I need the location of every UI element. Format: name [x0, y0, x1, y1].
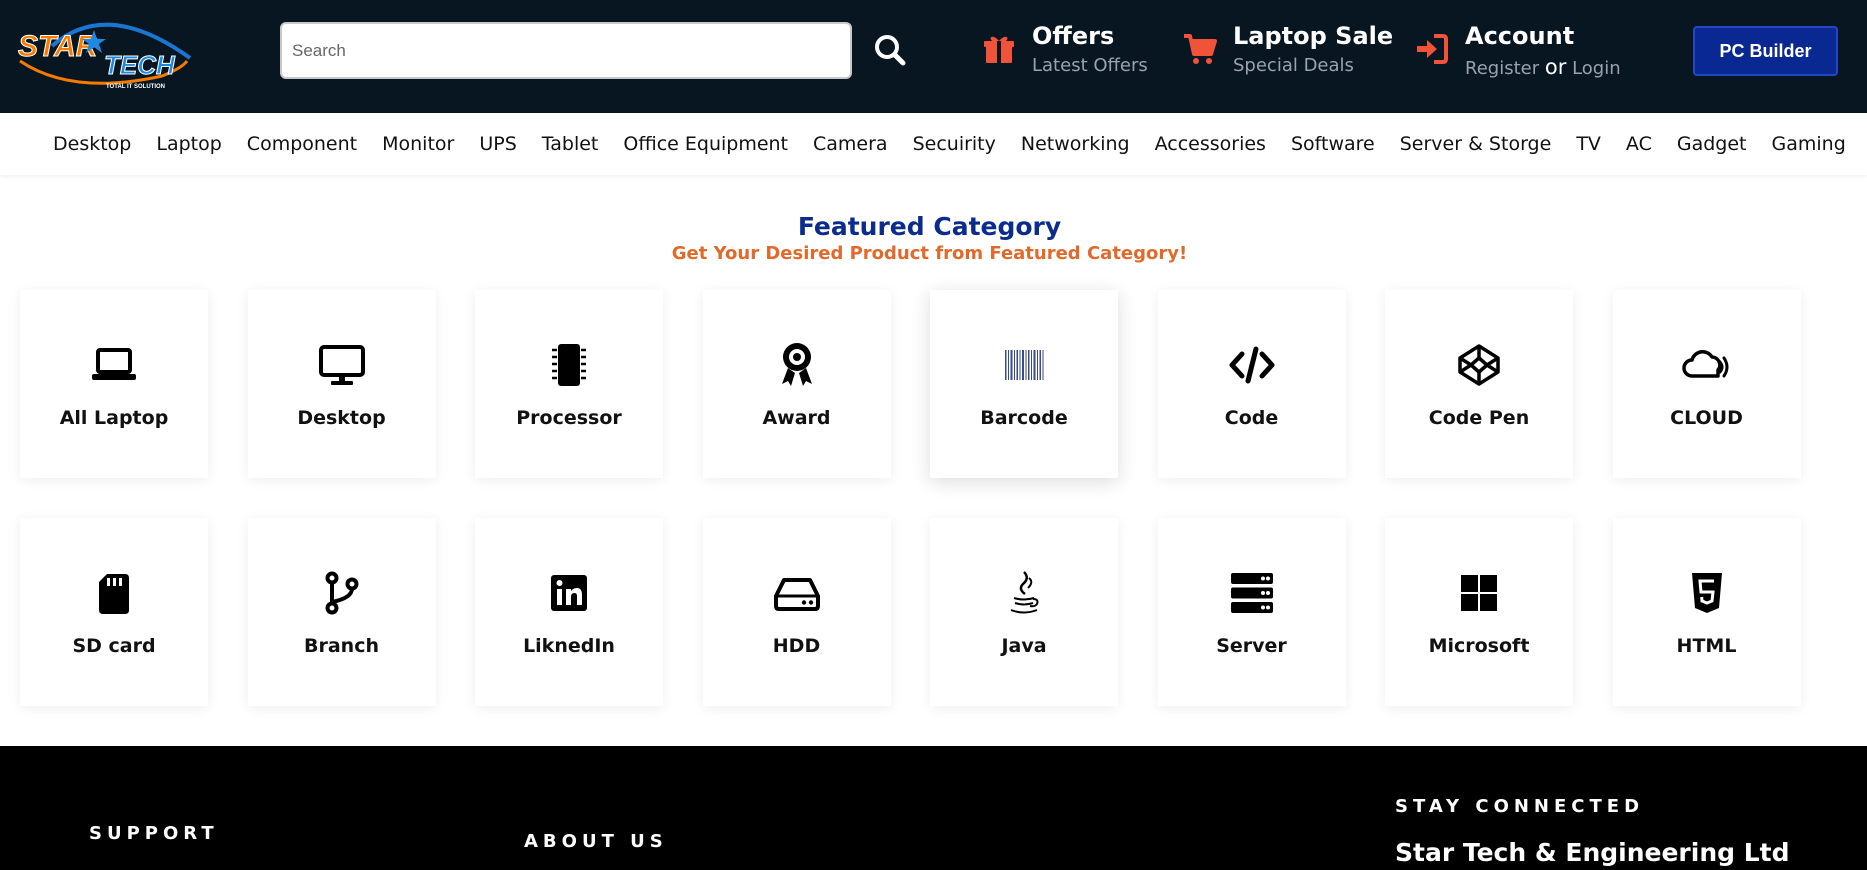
category-card-microsoft[interactable]: Microsoft [1385, 518, 1573, 706]
category-label: Branch [304, 635, 379, 657]
category-label: Server [1216, 635, 1287, 657]
login-link[interactable]: Login [1572, 58, 1621, 79]
login-icon [1417, 34, 1448, 64]
search-box [280, 22, 852, 79]
category-card-branch[interactable]: Branch [247, 518, 436, 706]
account-title: Account [1465, 22, 1575, 50]
featured-category-subtitle: Get Your Desired Product from Featured C… [671, 243, 1188, 264]
nav-item-software[interactable]: Software [1291, 133, 1375, 155]
nav-item-networking[interactable]: Networking [1021, 133, 1130, 155]
logo-line-2: TECH [104, 50, 176, 80]
category-label: CLOUD [1670, 407, 1743, 429]
footer-support-heading: SUPPORT [89, 823, 219, 844]
html5-icon [1691, 573, 1722, 613]
category-label: Microsoft [1428, 635, 1530, 657]
footer-stay-connected-heading: STAY CONNECTED [1395, 796, 1645, 817]
category-label: Award [762, 407, 831, 429]
category-card-cloud[interactable]: CLOUD [1612, 290, 1801, 478]
featured-category-grid: All Laptop Desktop Processor Award Barco… [20, 290, 1801, 706]
barcode-icon [1005, 350, 1044, 380]
or-separator: or [1544, 55, 1567, 79]
footer-about-heading: ABOUT US [524, 831, 668, 852]
category-card-server[interactable]: Server [1157, 518, 1346, 706]
category-card-award[interactable]: Award [702, 290, 891, 478]
category-label: LiknedIn [523, 635, 615, 657]
server-icon [1230, 573, 1273, 613]
microsoft-icon [1461, 575, 1497, 611]
nav-item-ac[interactable]: AC [1626, 133, 1652, 155]
category-card-java[interactable]: Java [930, 518, 1118, 706]
java-icon [1010, 571, 1039, 614]
search-icon[interactable] [870, 30, 910, 70]
category-label: HTML [1676, 635, 1737, 657]
logo-tagline: TOTAL IT SOLUTION [106, 84, 165, 90]
nav-item-desktop[interactable]: Desktop [53, 133, 131, 155]
nav-item-camera[interactable]: Camera [813, 133, 888, 155]
processor-icon [552, 344, 586, 386]
category-card-barcode[interactable]: Barcode [930, 290, 1118, 478]
nav-item-tv[interactable]: TV [1576, 133, 1601, 155]
nav-item-gadget[interactable]: Gadget [1677, 133, 1747, 155]
category-label: Java [1001, 635, 1047, 657]
nav-item-server-storage[interactable]: Server & Storge [1400, 133, 1552, 155]
category-nav: Desktop Laptop Component Monitor UPS Tab… [0, 113, 1867, 175]
offers-subtitle: Latest Offers [1032, 55, 1148, 76]
account-menu[interactable]: Account Register or Login [1415, 22, 1635, 82]
gift-icon [984, 36, 1014, 63]
offers-link[interactable]: Offers Latest Offers [982, 22, 1162, 82]
footer-company-name: Star Tech & Engineering Ltd [1395, 838, 1790, 867]
laptop-sale-title: Laptop Sale [1233, 22, 1394, 50]
cloud-icon [1681, 350, 1728, 378]
category-label: Desktop [297, 407, 386, 429]
category-card-code-pen[interactable]: Code Pen [1385, 290, 1573, 478]
offers-title: Offers [1032, 22, 1115, 50]
nav-item-monitor[interactable]: Monitor [382, 133, 454, 155]
category-label: HDD [772, 635, 821, 657]
star-tech-logo[interactable]: STAR TECH TOTAL IT SOLUTION [12, 6, 207, 94]
hdd-icon [773, 578, 820, 611]
site-header: STAR TECH TOTAL IT SOLUTION Offers Lates… [0, 0, 1867, 113]
codepen-icon [1458, 344, 1500, 386]
category-card-linkedin[interactable]: LiknedIn [475, 518, 663, 706]
search-input[interactable] [282, 24, 850, 77]
nav-item-security[interactable]: Secuirity [913, 133, 996, 155]
nav-item-gaming[interactable]: Gaming [1772, 133, 1846, 155]
category-card-sd-card[interactable]: SD card [20, 518, 208, 706]
desktop-icon [318, 345, 365, 385]
category-label: SD card [72, 635, 156, 657]
nav-item-accessories[interactable]: Accessories [1155, 133, 1266, 155]
code-icon [1229, 346, 1274, 384]
nav-item-laptop[interactable]: Laptop [156, 133, 221, 155]
register-link[interactable]: Register [1465, 58, 1539, 79]
site-footer: SUPPORT ABOUT US STAY CONNECTED Star Tec… [0, 746, 1867, 870]
category-label: Code [1224, 407, 1279, 429]
category-label: Code Pen [1428, 407, 1530, 429]
linkedin-icon [551, 575, 587, 611]
category-label: Barcode [980, 407, 1068, 429]
award-icon [781, 343, 812, 386]
laptop-icon [92, 348, 136, 380]
nav-item-tablet[interactable]: Tablet [542, 133, 599, 155]
category-card-html[interactable]: HTML [1612, 518, 1801, 706]
sd-card-icon [99, 574, 129, 614]
category-label: Processor [516, 407, 622, 429]
branch-icon [325, 571, 358, 615]
laptop-sale-subtitle: Special Deals [1233, 55, 1354, 76]
account-subtitle: Register or Login [1465, 55, 1621, 79]
category-card-desktop[interactable]: Desktop [247, 290, 436, 478]
pc-builder-button[interactable]: PC Builder [1693, 26, 1838, 76]
category-card-processor[interactable]: Processor [475, 290, 663, 478]
category-card-all-laptop[interactable]: All Laptop [20, 290, 208, 478]
logo-line-1: STAR [18, 30, 98, 63]
nav-item-office-equipment[interactable]: Office Equipment [623, 133, 788, 155]
nav-item-ups[interactable]: UPS [479, 133, 516, 155]
laptop-sale-link[interactable]: Laptop Sale Special Deals [1183, 22, 1393, 82]
featured-category-title: Featured Category [797, 212, 1062, 241]
cart-icon [1184, 34, 1217, 64]
category-card-code[interactable]: Code [1157, 290, 1346, 478]
category-label: All Laptop [59, 407, 169, 429]
nav-item-component[interactable]: Component [247, 133, 357, 155]
category-card-hdd[interactable]: HDD [702, 518, 891, 706]
